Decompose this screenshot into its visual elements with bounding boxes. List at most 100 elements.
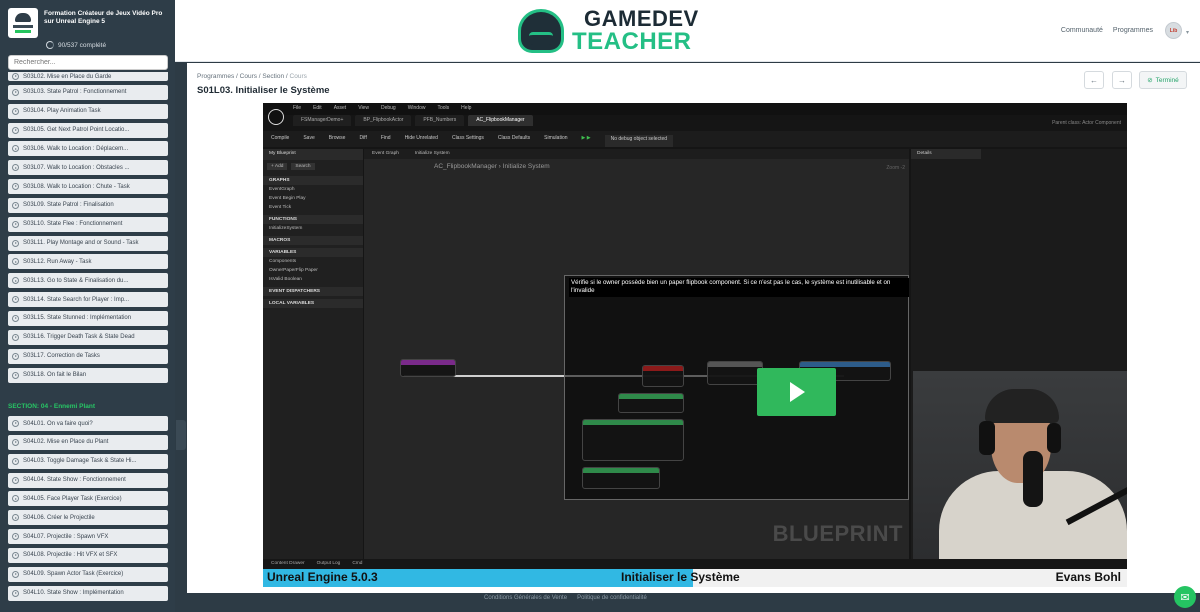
- lesson-item[interactable]: S03L04. Play Animation Task: [8, 103, 168, 119]
- ue-toolbar-item: Find: [380, 135, 391, 141]
- play-circle-icon: [12, 352, 19, 360]
- lesson-item[interactable]: S04L05. Face Player Task (Exercice): [8, 491, 168, 507]
- ue-mybp-item: OwnerPaperFlip Paper: [269, 268, 318, 273]
- next-lesson-button[interactable]: →: [1112, 71, 1132, 89]
- video-player[interactable]: File Edit Asset View Debug Window Tools Help FS…: [263, 103, 1127, 587]
- lesson-item[interactable]: S03L18. On fait le Bilan: [8, 367, 168, 383]
- lesson-item[interactable]: S04L04. State Show : Fonctionnement: [8, 472, 168, 488]
- ue-play-icon: ▶ ▶: [581, 135, 591, 141]
- ue-asset-tab: BP_FlipbookActor: [355, 115, 412, 126]
- lesson-label: S03L12. Run Away - Task: [23, 258, 92, 265]
- blueprint-watermark: BLUEPRINT: [772, 521, 903, 546]
- lesson-item[interactable]: S04L02. Mise en Place du Plant: [8, 434, 168, 450]
- lesson-item[interactable]: S03L15. State Stunned : Implémentation: [8, 310, 168, 326]
- lesson-item[interactable]: S03L09. State Patrol : Finalisation: [8, 197, 168, 213]
- video-play-button[interactable]: [757, 368, 836, 416]
- lesson-item[interactable]: S03L17. Correction de Tasks: [8, 348, 168, 364]
- ue-menu-item: Tools: [437, 105, 450, 111]
- course-logo: [8, 8, 38, 38]
- ue-search-field: Search: [291, 163, 315, 170]
- lesson-item[interactable]: S03L11. Play Montage and or Sound - Task: [8, 235, 168, 251]
- breadcrumb-current: Cours: [289, 73, 307, 80]
- sidebar-collapse-handle[interactable]: [176, 420, 186, 450]
- ue-mybp-category: MACROS: [263, 236, 363, 245]
- lesson-item[interactable]: S03L08. Walk to Location : Chute - Task: [8, 179, 168, 195]
- lesson-item[interactable]: S03L06. Walk to Location : Déplacem...: [8, 141, 168, 157]
- page-title: S01L03. Initialiser le Système: [197, 85, 330, 96]
- lesson-label: S04L05. Face Player Task (Exercice): [23, 495, 122, 502]
- mark-done-label: Terminé: [1155, 76, 1179, 84]
- ue-add-button: + Add: [267, 163, 288, 170]
- lesson-item[interactable]: S03L07. Walk to Location : Obstacles ...: [8, 160, 168, 176]
- brand-logo[interactable]: GAMEDEV TEACHER: [518, 8, 699, 54]
- lesson-item[interactable]: S03L12. Run Away - Task: [8, 254, 168, 270]
- caption-lesson: Initialiser le Système: [621, 570, 740, 584]
- footer-privacy-link[interactable]: Politique de confidentialité: [577, 595, 647, 612]
- nav-programs[interactable]: Programmes: [1113, 27, 1153, 34]
- lesson-item[interactable]: S04L10. State Show : Implémentation: [8, 585, 168, 601]
- footer-cgv-link[interactable]: Conditions Générales de Vente: [484, 595, 567, 612]
- lesson-item[interactable]: S03L16. Trigger Death Task & State Dead: [8, 329, 168, 345]
- ue-status-item: Cmd: [352, 561, 363, 566]
- video-caption-bar: Unreal Engine 5.0.3 Initialiser le Systè…: [263, 569, 1127, 587]
- ue-parent-class: Parent class: Actor Component: [1052, 120, 1121, 126]
- ue-mybp-item: IsValid Boolean: [269, 277, 302, 282]
- play-circle-icon: [12, 570, 19, 578]
- previous-lesson-button[interactable]: ←: [1084, 71, 1104, 89]
- mark-done-button[interactable]: ⊘ Terminé: [1139, 71, 1187, 89]
- lesson-item[interactable]: S04L09. Spawn Actor Task (Exercice): [8, 566, 168, 582]
- breadcrumb-courses[interactable]: Cours: [240, 73, 257, 80]
- brand-cap-icon: [518, 9, 564, 53]
- ue-mybp-category: LOCAL VARIABLES: [263, 299, 363, 308]
- lesson-item[interactable]: S03L10. State Flee : Fonctionnement: [8, 216, 168, 232]
- lesson-item[interactable]: S04L06. Créer le Projectile: [8, 510, 168, 526]
- user-avatar[interactable]: Lib: [1165, 22, 1182, 39]
- ue-mybp-category: VARIABLES: [263, 248, 363, 257]
- lesson-label: S04L06. Créer le Projectile: [23, 514, 95, 521]
- lesson-label: S03L09. State Patrol : Finalisation: [23, 202, 114, 209]
- lesson-item[interactable]: S03L05. Get Next Patrol Point Locatio...: [8, 122, 168, 138]
- site-footer: Conditions Générales de Vente Politique …: [175, 593, 1200, 612]
- ue-mybp-title: My Blueprint: [263, 149, 363, 160]
- check-circle-icon: ⊘: [1147, 77, 1153, 84]
- lesson-label: S03L10. State Flee : Fonctionnement: [23, 221, 123, 228]
- arrow-left-icon: ←: [1090, 75, 1098, 85]
- play-circle-icon: [12, 476, 19, 484]
- nav-community[interactable]: Communauté: [1061, 27, 1103, 34]
- play-circle-icon: [12, 495, 19, 503]
- breadcrumb-programs[interactable]: Programmes: [197, 73, 234, 80]
- ue-graph-tabs: Event Graph Initialize System: [364, 149, 909, 159]
- ue-menu-item: Edit: [313, 105, 322, 111]
- lesson-label: S03L16. Trigger Death Task & State Dead: [23, 334, 135, 341]
- lesson-item[interactable]: S04L03. Toggle Damage Task & State Hi...: [8, 453, 168, 469]
- breadcrumb: Programmes / Cours / Section / Cours: [197, 73, 307, 80]
- play-circle-icon: [12, 239, 19, 247]
- lesson-item[interactable]: S03L14. State Search for Player : Imp...: [8, 292, 168, 308]
- unreal-logo-icon: [268, 109, 284, 125]
- bp-node-is-valid-call: [582, 467, 660, 489]
- ue-menu-item: View: [358, 105, 369, 111]
- lesson-item[interactable]: S04L07. Projectile : Spawn VFX: [8, 529, 168, 545]
- lesson-item[interactable]: S03L13. Go to State & Finalisation du...: [8, 273, 168, 289]
- lesson-search-input[interactable]: [8, 55, 168, 70]
- brand-line-1: GAMEDEV: [584, 6, 699, 31]
- ue-graph-tab: Event Graph: [372, 151, 399, 156]
- lesson-item[interactable]: S04L01. On va faire quoi?: [8, 416, 168, 431]
- lesson-label: S03L08. Walk to Location : Chute - Task: [23, 183, 130, 190]
- play-circle-icon: [12, 277, 19, 285]
- chat-bubble-icon[interactable]: ✉: [1174, 586, 1196, 608]
- bp-node-get-owner: [618, 393, 684, 413]
- play-circle-icon: [12, 164, 19, 172]
- breadcrumb-section[interactable]: Section: [262, 73, 284, 80]
- lesson-item[interactable]: S03L02. Mise en Place du Garde: [8, 72, 168, 81]
- ue-menubar: File Edit Asset View Debug Window Tools Help: [263, 103, 1127, 115]
- section-header[interactable]: SECTION: 04 - Ennemi Plant: [8, 403, 95, 410]
- top-nav: Communauté Programmes: [1061, 27, 1153, 34]
- lesson-label: S04L04. State Show : Fonctionnement: [23, 477, 126, 484]
- course-progress: 90/537 complété: [46, 41, 106, 49]
- chevron-down-icon[interactable]: ▾: [1186, 29, 1189, 36]
- bp-node-isvalid: [642, 365, 684, 387]
- lesson-item[interactable]: S04L08. Projectile : Hit VFX et SFX: [8, 547, 168, 563]
- ue-menu-item: Debug: [380, 105, 396, 111]
- lesson-item[interactable]: S03L03. State Patrol : Fonctionnement: [8, 84, 168, 100]
